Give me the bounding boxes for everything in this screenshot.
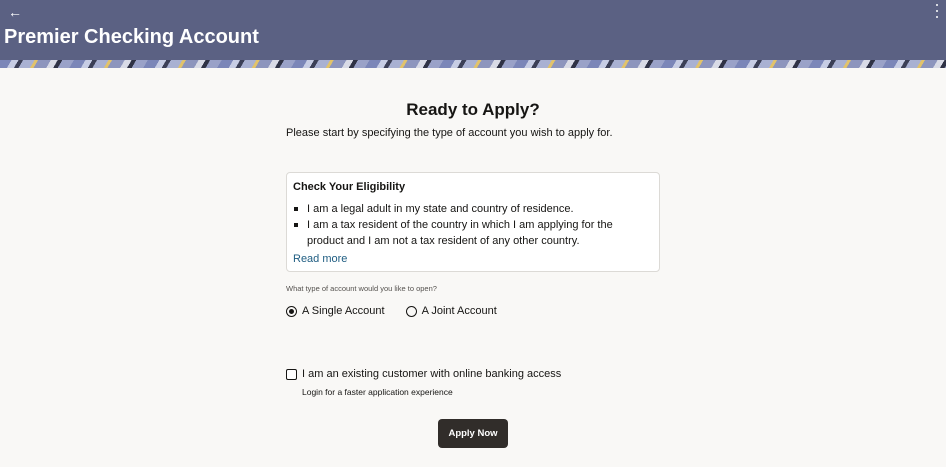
ready-heading: Ready to Apply? [406, 100, 540, 119]
instructions-text: Please start by specifying the type of a… [286, 127, 613, 139]
radio-selected-icon[interactable] [286, 305, 297, 317]
eligibility-item: I am a tax resident of the country in wh… [293, 217, 633, 249]
arrow-left-icon[interactable]: ← [8, 4, 24, 20]
eligibility-card: Check Your Eligibility I am a legal adul… [286, 172, 660, 272]
radio-unselected-icon[interactable] [405, 305, 417, 317]
radio-joint-account[interactable]: A Joint Account [405, 304, 497, 318]
app-header: ← Premier Checking Account [0, 0, 946, 60]
bullet-icon [294, 207, 298, 211]
radio-label: A Single Account [302, 305, 385, 317]
eligibility-item: I am a legal adult in my state and count… [293, 201, 633, 217]
radio-label: A Joint Account [421, 305, 497, 317]
existing-customer-checkbox-row[interactable]: I am an existing customer with online ba… [286, 367, 561, 381]
radio-single-account[interactable]: A Single Account [286, 304, 385, 318]
existing-customer-label: I am an existing customer with online ba… [302, 368, 562, 380]
decorative-banner [0, 60, 946, 68]
bullet-icon [294, 223, 298, 227]
existing-customer-checkbox[interactable] [286, 368, 297, 380]
eligibility-title: Check Your Eligibility [293, 181, 406, 193]
eligibility-list: I am a legal adult in my state and count… [293, 201, 633, 249]
existing-customer-hint: Login for a faster application experienc… [302, 387, 453, 397]
account-type-question: What type of account would you like to o… [286, 284, 437, 293]
account-type-radio-group: A Single Account A Joint Account [286, 303, 518, 319]
apply-now-button[interactable]: Apply Now [438, 419, 508, 448]
page-title: Premier Checking Account [4, 26, 259, 48]
kebab-menu-icon[interactable] [934, 4, 940, 18]
read-more-link[interactable]: Read more [293, 252, 347, 266]
